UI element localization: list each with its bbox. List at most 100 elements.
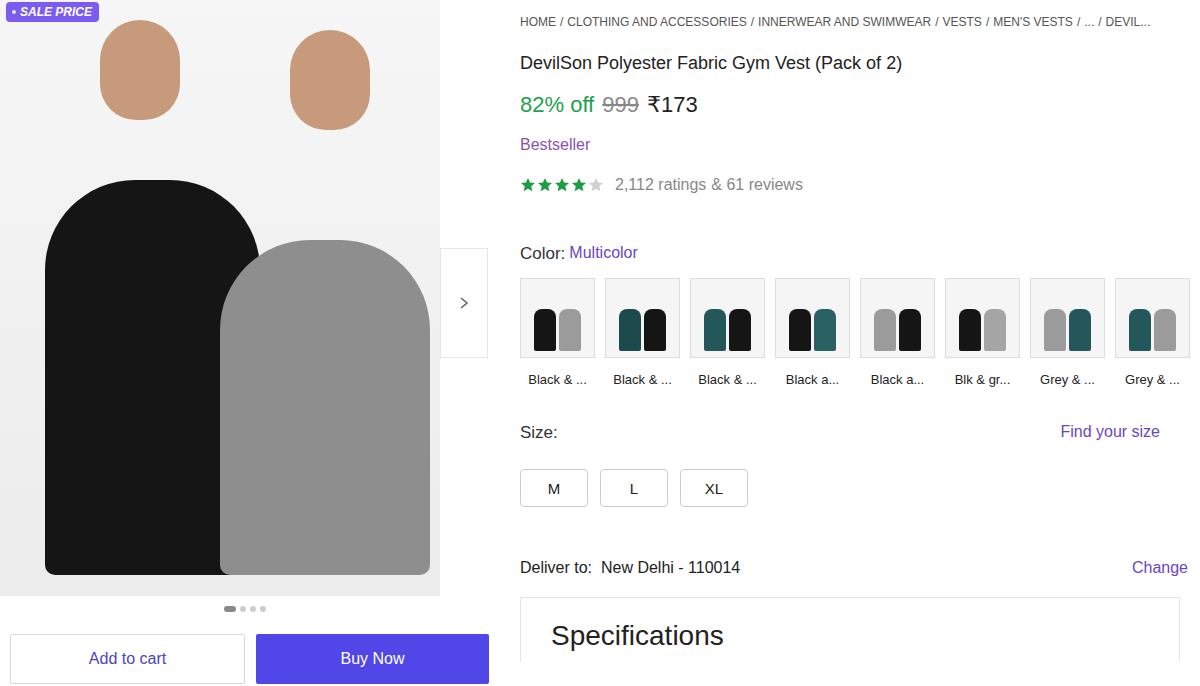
badge-dot [12, 10, 16, 14]
vest-swatch [1154, 309, 1176, 351]
color-option-label: Blk & gr... [955, 372, 1011, 387]
vest-swatch [619, 309, 641, 351]
star-icon [537, 177, 553, 193]
product-details: HOME / CLOTHING AND ACCESSORIES / INNERWEAR … [490, 0, 1200, 686]
action-buttons: Add to cartBuy Now [0, 634, 490, 684]
star-icon [571, 177, 587, 193]
delivery-location: Deliver to: New Delhi - 110014 [520, 559, 740, 577]
color-option[interactable]: Grey & ... [1115, 278, 1190, 387]
vest-swatch [984, 309, 1006, 351]
carousel-dot[interactable] [240, 606, 246, 612]
color-option[interactable]: Black a... [775, 278, 850, 387]
color-value: Multicolor [569, 244, 637, 264]
color-option-label: Black a... [871, 372, 924, 387]
vest-swatch [729, 309, 751, 351]
photo-area: SALE PRICE [0, 0, 490, 596]
vest-swatch [1129, 309, 1151, 351]
carousel-dot[interactable] [260, 606, 266, 612]
color-option[interactable]: Black & ... [605, 278, 680, 387]
color-option[interactable]: Black a... [860, 278, 935, 387]
vest-swatch [704, 309, 726, 351]
breadcrumb: HOME / CLOTHING AND ACCESSORIES / INNERWEAR … [520, 15, 1200, 29]
ratings-count[interactable]: 2,112 ratings [615, 176, 706, 194]
sale-badge: SALE PRICE [6, 2, 99, 22]
color-option[interactable]: Blk & gr... [945, 278, 1020, 387]
color-thumbnail [520, 278, 595, 358]
breadcrumb-item[interactable]: DEVIL... [1106, 15, 1151, 29]
vest-swatch [899, 309, 921, 351]
vest-swatch [959, 309, 981, 351]
color-option[interactable]: Black & ... [520, 278, 595, 387]
next-image-button[interactable] [440, 248, 488, 358]
color-thumbnail [1030, 278, 1105, 358]
product-photo[interactable] [0, 0, 440, 596]
breadcrumb-separator: / [986, 15, 989, 29]
model-head [290, 30, 370, 130]
color-thumbnail [860, 278, 935, 358]
color-option-label: Black & ... [613, 372, 672, 387]
color-heading: Color:Multicolor [520, 244, 1200, 264]
star-icon [520, 177, 536, 193]
buy-now-button[interactable]: Buy Now [256, 634, 489, 684]
carousel-dots [0, 596, 490, 622]
star-rating [520, 177, 604, 193]
carousel-dot[interactable] [250, 606, 256, 612]
vest-swatch [644, 309, 666, 351]
breadcrumb-item[interactable]: ... [1084, 15, 1094, 29]
size-option[interactable]: M [520, 469, 588, 507]
change-link[interactable]: Change [1132, 559, 1188, 577]
vest-swatch [1069, 309, 1091, 351]
color-option[interactable]: Black & ... [690, 278, 765, 387]
color-thumbnail [605, 278, 680, 358]
size-option[interactable]: XL [680, 469, 748, 507]
model-head [100, 20, 180, 120]
delivery-label: Deliver to: [520, 559, 592, 576]
find-size-link[interactable]: Find your size [1060, 423, 1160, 443]
color-label: Color: [520, 244, 565, 264]
color-option-label: Grey & ... [1125, 372, 1180, 387]
breadcrumb-separator: / [1098, 15, 1101, 29]
vest-swatch [1044, 309, 1066, 351]
breadcrumb-item[interactable]: CLOTHING AND ACCESSORIES [567, 15, 746, 29]
color-option-label: Grey & ... [1040, 372, 1095, 387]
original-price: 999 [602, 92, 639, 118]
specifications-heading: Specifications [551, 620, 1149, 652]
color-thumbnail [775, 278, 850, 358]
size-option[interactable]: L [600, 469, 668, 507]
vest-swatch [534, 309, 556, 351]
sale-price: ₹173 [647, 92, 698, 118]
vest-swatch [559, 309, 581, 351]
gallery: SALE PRICE Add to cartBuy Now [0, 0, 490, 686]
breadcrumb-item[interactable]: MEN'S VESTS [993, 15, 1073, 29]
vest-swatch [789, 309, 811, 351]
breadcrumb-separator: / [1077, 15, 1080, 29]
vest-swatch [874, 309, 896, 351]
vest-swatch [814, 309, 836, 351]
add-to-cart-button[interactable]: Add to cart [10, 634, 245, 684]
reviews-count[interactable]: & 61 reviews [711, 176, 803, 194]
size-heading: Size: Find your size [520, 423, 1200, 443]
breadcrumb-item[interactable]: INNERWEAR AND SWIMWEAR [758, 15, 931, 29]
size-options: ML XL [520, 469, 1200, 507]
star-icon [554, 177, 570, 193]
specifications-card: Specifications [520, 597, 1180, 662]
delivery-pincode: New Delhi - 110014 [601, 559, 740, 576]
breadcrumb-item[interactable]: HOME [520, 15, 556, 29]
chevron-right-icon [457, 296, 471, 310]
price-line: 82% off 999 ₹173 [520, 92, 1200, 118]
size-label: Size: [520, 423, 558, 443]
color-option-label: Black a... [786, 372, 839, 387]
color-thumbnail [690, 278, 765, 358]
color-thumbnail [945, 278, 1020, 358]
rating: 2,112 ratings & 61 reviews [520, 176, 1200, 194]
breadcrumb-item[interactable]: VESTS [943, 15, 982, 29]
discount: 82% off [520, 92, 594, 118]
color-thumbnail [1115, 278, 1190, 358]
breadcrumb-separator: / [751, 15, 754, 29]
delivery-row: Deliver to: New Delhi - 110014 Change [520, 559, 1200, 577]
breadcrumb-separator: / [935, 15, 938, 29]
carousel-dot[interactable] [224, 606, 236, 612]
star-icon [588, 177, 604, 193]
breadcrumb-separator: / [560, 15, 563, 29]
color-option[interactable]: Grey & ... [1030, 278, 1105, 387]
